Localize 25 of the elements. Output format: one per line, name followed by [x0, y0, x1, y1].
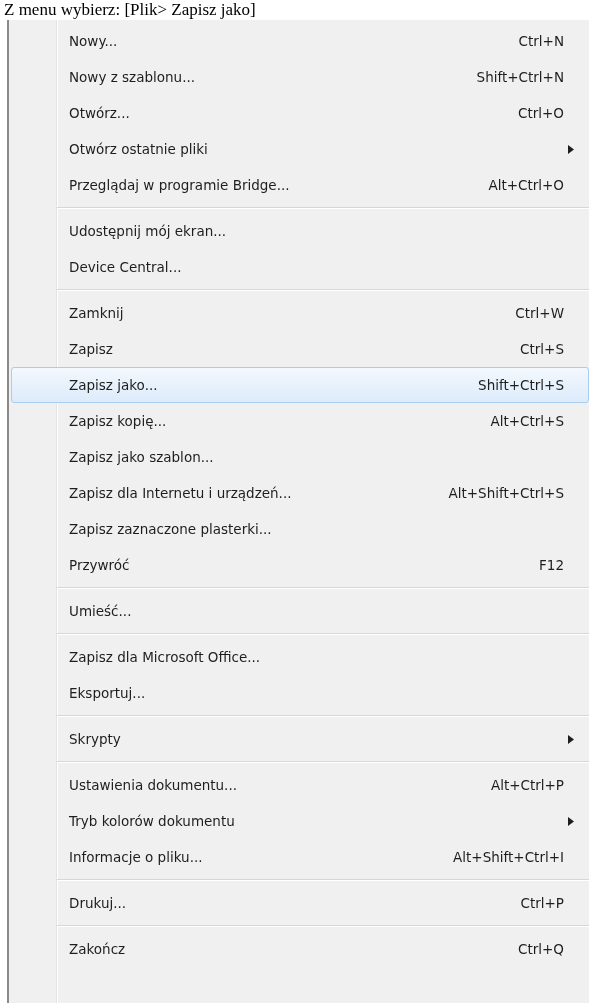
menu-item[interactable]: Zapisz dla Microsoft Office...	[11, 639, 589, 675]
menu-item[interactable]: Ustawienia dokumentu... Alt+Ctrl+P	[11, 767, 589, 803]
instruction-text: Z menu wybierz: [Plik> Zapisz jako]	[3, 0, 256, 20]
menu-item[interactable]: Zapisz dla Internetu i urządzeń... Alt+Shift+Ctrl+S	[11, 475, 589, 511]
menu-item[interactable]: Zapisz zaznaczone plasterki...	[11, 511, 589, 547]
menu-item[interactable]: Zamknij Ctrl+W	[11, 295, 589, 331]
menu-item[interactable]: Tryb kolorów dokumentu	[11, 803, 589, 839]
menu-item[interactable]: Zapisz jako... Shift+Ctrl+S	[11, 367, 589, 403]
menu-item[interactable]: Informacje o pliku... Alt+Shift+Ctrl+I	[11, 839, 589, 875]
menu-item[interactable]: Device Central...	[11, 249, 589, 285]
menu-item[interactable]: Zakończ Ctrl+Q	[11, 931, 589, 967]
menu-item[interactable]: Otwórz... Ctrl+O	[11, 95, 589, 131]
menu-item[interactable]: Zapisz kopię... Alt+Ctrl+S	[11, 403, 589, 439]
menu-item[interactable]: Drukuj... Ctrl+P	[11, 885, 589, 921]
menu-item[interactable]: Przywróć F12	[11, 547, 589, 583]
menu-item[interactable]: Zapisz jako szablon...	[11, 439, 589, 475]
menu-item[interactable]: Eksportuj...	[11, 675, 589, 711]
menu-item[interactable]: Otwórz ostatnie pliki	[11, 131, 589, 167]
menu-item[interactable]: Przeglądaj w programie Bridge... Alt+Ctrl+O	[11, 167, 589, 203]
menu-item[interactable]: Nowy z szablonu... Shift+Ctrl+N	[11, 59, 589, 95]
menu-item[interactable]: Udostępnij mój ekran...	[11, 213, 589, 249]
menu-item[interactable]: Zapisz Ctrl+S	[11, 331, 589, 367]
menu-item[interactable]: Nowy... Ctrl+N	[11, 23, 589, 59]
menu-item[interactable]: Skrypty	[11, 721, 589, 757]
menu-item[interactable]: Umieść...	[11, 593, 589, 629]
